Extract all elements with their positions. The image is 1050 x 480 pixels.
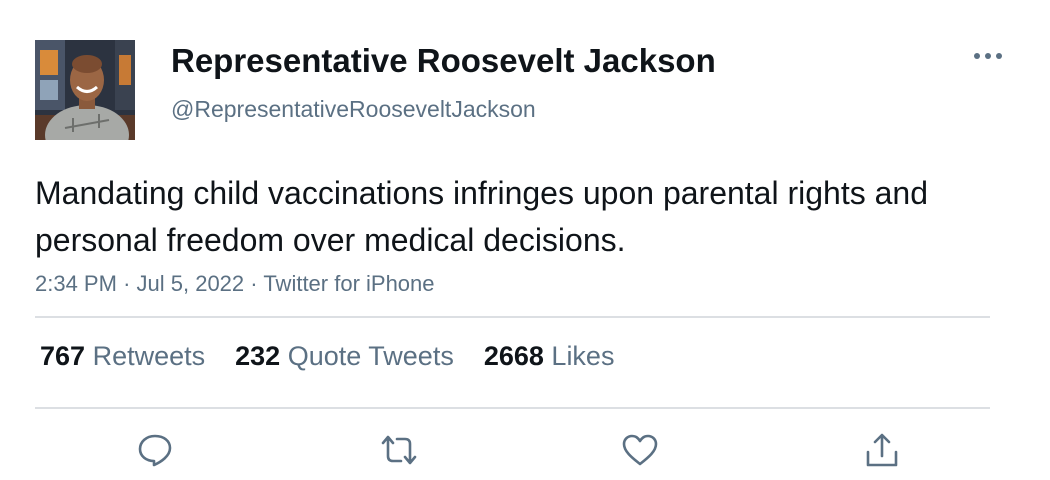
retweet-button[interactable] [377, 428, 421, 472]
share-button[interactable] [860, 428, 904, 472]
likes-count: 2668 [483, 341, 544, 371]
quote-tweets-count: 232 [235, 341, 281, 371]
avatar[interactable] [35, 40, 135, 140]
heart-icon [622, 434, 658, 466]
comment-icon [138, 434, 172, 467]
tweet-text: Mandating child vaccinations infringes u… [35, 175, 928, 258]
likes-stat[interactable]: 2668 Likes [484, 341, 615, 372]
reply-button[interactable] [133, 428, 177, 472]
likes-label: Likes [551, 341, 615, 371]
engagement-stats: 767 Retweets 232 Quote Tweets 2668 Likes [40, 341, 614, 372]
retweets-count: 767 [40, 341, 86, 371]
author-display-name[interactable]: Representative Roosevelt Jackson [171, 42, 716, 80]
quote-tweets-label: Quote Tweets [287, 341, 454, 371]
more-horizontal-icon [974, 53, 1002, 59]
tweet-card: Representative Roosevelt Jackson @Repres… [0, 0, 1050, 480]
retweets-stat[interactable]: 767 Retweets [40, 341, 205, 372]
meta-separator: · [250, 271, 258, 296]
meta-separator: · [123, 271, 131, 296]
tweet-time[interactable]: 2:34 PM [35, 271, 117, 296]
author-handle[interactable]: @RepresentativeRooseveltJackson [171, 96, 536, 123]
tweet-source[interactable]: Twitter for iPhone [263, 271, 434, 296]
share-icon [866, 433, 898, 467]
tweet-metadata: 2:34 PM · Jul 5, 2022 · Twitter for iPho… [35, 271, 435, 297]
action-bar [0, 428, 1050, 472]
quote-tweets-stat[interactable]: 232 Quote Tweets [235, 341, 454, 372]
avatar-photo [35, 40, 135, 140]
like-button[interactable] [618, 428, 662, 472]
divider [35, 316, 990, 318]
tweet-date[interactable]: Jul 5, 2022 [137, 271, 245, 296]
retweet-icon [381, 435, 417, 465]
divider [35, 407, 990, 409]
more-options-button[interactable] [968, 46, 1008, 66]
retweets-label: Retweets [92, 341, 206, 371]
